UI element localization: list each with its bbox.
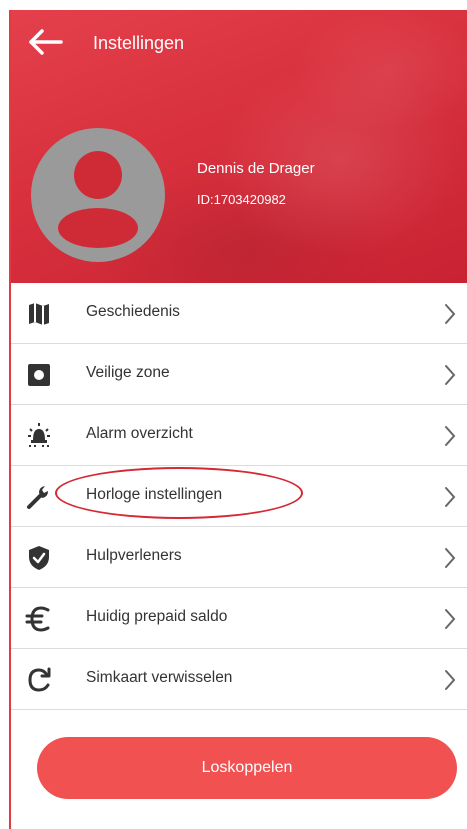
menu-item-hulpverleners[interactable]: Hulpverleners xyxy=(11,527,467,588)
menu-item-geschiedenis[interactable]: Geschiedenis xyxy=(11,283,467,344)
alarm-light-icon xyxy=(28,423,50,447)
logout-button[interactable]: Loskoppelen xyxy=(37,737,457,799)
back-arrow-icon[interactable] xyxy=(27,28,63,56)
refresh-icon xyxy=(28,667,51,692)
menu-item-prepaid-saldo[interactable]: Huidig prepaid saldo xyxy=(11,588,467,649)
menu-item-label: Huidig prepaid saldo xyxy=(86,608,228,625)
menu-item-veilige-zone[interactable]: Veilige zone xyxy=(11,344,467,405)
menu-item-simkaart-verwisselen[interactable]: Simkaart verwisselen xyxy=(11,649,467,710)
chevron-right-icon xyxy=(445,365,456,385)
shield-check-icon xyxy=(29,546,49,570)
chevron-right-icon xyxy=(445,487,456,507)
profile-header: Instellingen Dennis de Drager ID:1703420… xyxy=(11,10,467,283)
wrench-icon xyxy=(27,486,48,509)
chevron-right-icon xyxy=(445,609,456,629)
menu-item-label: Veilige zone xyxy=(86,364,170,381)
menu-item-label: Hulpverleners xyxy=(86,547,182,564)
menu-item-label: Horloge instellingen xyxy=(86,486,223,503)
menu-item-label: Simkaart verwisselen xyxy=(86,669,233,686)
map-icon xyxy=(29,303,49,325)
settings-menu: Geschiedenis Veilige zone Alarm overzich… xyxy=(11,283,467,710)
euro-icon xyxy=(25,606,50,632)
app-screen: Instellingen Dennis de Drager ID:1703420… xyxy=(9,10,467,829)
chevron-right-icon xyxy=(445,670,456,690)
menu-item-label: Geschiedenis xyxy=(86,303,180,320)
menu-item-alarm-overzicht[interactable]: Alarm overzicht xyxy=(11,405,467,466)
chevron-right-icon xyxy=(445,426,456,446)
safe-zone-icon xyxy=(28,364,50,386)
chevron-right-icon xyxy=(445,304,456,324)
user-id: ID:1703420982 xyxy=(197,192,286,207)
user-name: Dennis de Drager xyxy=(197,160,315,177)
chevron-right-icon xyxy=(445,548,456,568)
menu-item-horloge-instellingen[interactable]: Horloge instellingen xyxy=(11,466,467,527)
avatar[interactable] xyxy=(31,128,165,262)
menu-item-label: Alarm overzicht xyxy=(86,425,193,442)
page-title: Instellingen xyxy=(93,33,185,53)
